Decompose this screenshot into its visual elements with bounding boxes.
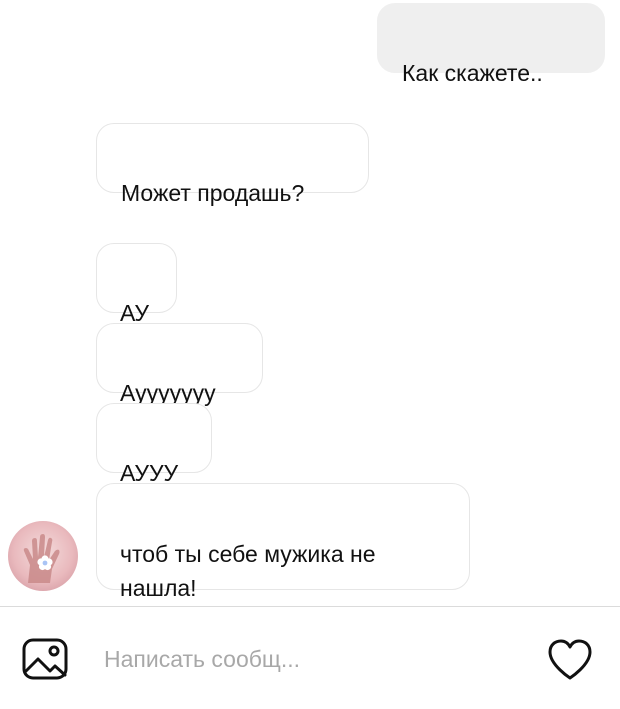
- incoming-message-bubble[interactable]: АУ: [96, 243, 177, 326]
- image-gallery-icon: [22, 638, 68, 680]
- heart-icon: [548, 639, 592, 680]
- chat-screen: Как скажете.. Может продашь? АУ Аууууууу…: [0, 0, 620, 709]
- hand-with-flower-avatar-icon: [8, 521, 78, 591]
- message-composer: [0, 607, 620, 709]
- incoming-message-bubble[interactable]: Аууууууу: [96, 323, 263, 406]
- gallery-button[interactable]: [21, 637, 69, 681]
- message-input[interactable]: [104, 641, 524, 677]
- message-text: Как скажете..: [402, 60, 543, 86]
- outgoing-message-bubble[interactable]: Как скажете..: [377, 3, 605, 86]
- message-text: Может продашь?: [121, 180, 305, 206]
- incoming-message-bubble[interactable]: чтоб ты себе мужика не нашла!: [96, 483, 470, 601]
- sender-avatar[interactable]: [8, 521, 78, 591]
- message-text: чтоб ты себе мужика не нашла!: [120, 541, 376, 601]
- incoming-message-bubble[interactable]: Может продашь?: [96, 123, 369, 206]
- like-button[interactable]: [546, 638, 594, 682]
- incoming-message-bubble[interactable]: АУУУ: [96, 403, 212, 486]
